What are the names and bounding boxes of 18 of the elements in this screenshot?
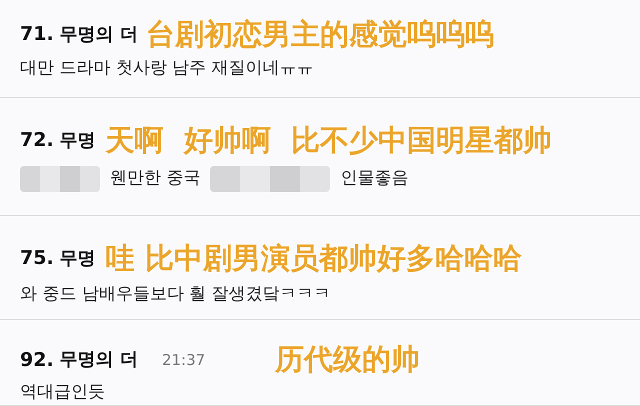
comment-number: 71.: [20, 22, 54, 47]
comment-time: 21:37: [162, 350, 206, 370]
comment-text: 대만 드라마 첫사랑 남주 재질이네ㅠㅠ: [20, 57, 314, 80]
comment-text: 인물좋음: [340, 167, 408, 190]
caption-overlay: 哇 比中剧男演员都帅好多哈哈哈: [106, 244, 522, 272]
comment-number: 92.: [20, 348, 54, 372]
caption-overlay: 台剧初恋男主的感觉呜呜呜: [146, 20, 494, 48]
comment-text: 역대급인듯: [20, 380, 105, 404]
author-name: 무명의 더: [60, 348, 138, 372]
author-name: 무명: [60, 246, 96, 270]
comment-number: 75.: [20, 246, 54, 271]
caption-overlay: 历代级的帅: [275, 345, 420, 374]
comment-text: 와 중드 남배우들보다 훨 잘생겼닼ㅋㅋㅋ: [20, 283, 331, 306]
comment-text: 웬만한 중국: [110, 167, 200, 190]
author-name: 무명의 더: [60, 22, 138, 46]
author-name: 무명: [60, 128, 96, 152]
caption-overlay: 天啊 好帅啊 比不少中国明星都帅: [106, 126, 552, 154]
comment-number: 72.: [20, 128, 54, 153]
